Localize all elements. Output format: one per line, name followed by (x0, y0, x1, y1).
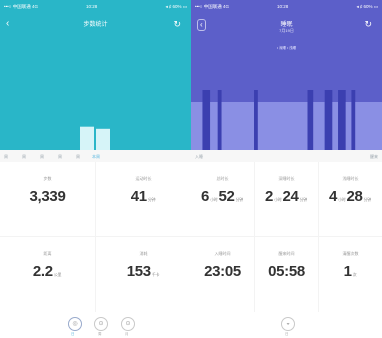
deep-sleep-segment (254, 90, 258, 150)
refresh-icon[interactable]: ↻ (173, 20, 181, 29)
stat-value: 23:05 (204, 263, 241, 280)
carrier-label: •••○ 中国联通 4G (4, 4, 38, 9)
stat-label: 清醒次数 (342, 251, 359, 256)
stat-card: 清醒次数 1次 (319, 237, 382, 312)
steps-chart (0, 44, 191, 150)
steps-stats: 步数 3,339 运动时长 41分钟 距离 2.2公里 消耗 153千卡 (0, 162, 191, 312)
light-sleep-segment (345, 102, 352, 150)
stat-card: 浅睡时长 4小时28分钟 (319, 162, 382, 236)
axis-label: 周 (76, 154, 80, 159)
status-bar: •••○ 中国联通 4G 10:28 ◂ ♯ 60% ▭ (0, 0, 191, 14)
bottom-tab-bar: ◎ 日 ⊙ 周 ⊙ 月 (0, 312, 191, 338)
deep-sleep-segment (324, 90, 333, 150)
light-sleep-segment (355, 102, 382, 150)
deep-sleep-segment (351, 90, 356, 150)
battery-label: ◂ ♯ 60% ▭ (356, 4, 378, 9)
page-title: 步数统计 (83, 22, 108, 28)
stat-value: 05:58 (268, 263, 305, 280)
deep-sleep-segment (307, 90, 314, 150)
stat-card: 距离 2.2公里 (0, 237, 95, 312)
axis-label-current: 本周 (92, 154, 100, 159)
deep-sleep-segment (338, 90, 346, 150)
stat-value: 2小时24分钟 (265, 188, 307, 205)
stat-value: 6小时52分钟 (201, 188, 243, 205)
stat-label: 总时长 (216, 176, 229, 181)
stat-label: 醒来时间 (278, 251, 295, 256)
carrier-label: •••○ 中国联通 4G (195, 4, 229, 9)
stat-card: 步数 3,339 (0, 162, 95, 236)
refresh-icon[interactable]: ↻ (364, 20, 372, 29)
stat-label: 深睡时长 (278, 176, 295, 181)
steps-axis: 周 周 周 周 周 本周 (0, 150, 191, 162)
stat-value: 2.2公里 (32, 263, 62, 280)
axis-label: 周 (40, 154, 44, 159)
light-sleep-segment (313, 102, 325, 150)
axis-end-label: 醒来 (370, 154, 378, 159)
day-icon[interactable]: ◎ (68, 317, 82, 331)
stat-card: 运动时长 41分钟 (96, 162, 191, 236)
axis-label: 周 (4, 154, 8, 159)
light-sleep-segment (210, 102, 218, 150)
stat-card: 总时长 6小时52分钟 (191, 162, 254, 236)
steps-bar (96, 128, 110, 150)
stat-value: 41分钟 (130, 188, 156, 205)
deep-sleep-segment (217, 90, 222, 150)
stat-label: 步数 (43, 176, 52, 181)
stat-value: 4小时28分钟 (329, 188, 371, 205)
axis-start-label: 入睡 (195, 154, 203, 159)
battery-label: ◂ ♯ 60% ▭ (165, 4, 187, 9)
stat-value: 3,339 (29, 188, 66, 205)
stat-card: 消耗 153千卡 (96, 237, 191, 312)
tab-week-label: 周 (98, 332, 102, 336)
month-icon[interactable]: ⊙ (121, 317, 135, 331)
stat-card: 入睡时间 23:05 (191, 237, 254, 312)
tab-day-label: 日 (71, 332, 75, 336)
light-sleep-segment (221, 102, 255, 150)
clock-label: 10:28 (86, 4, 98, 9)
tab-month-label: 月 (125, 332, 129, 336)
sleep-chart-svg (191, 90, 382, 150)
stat-card: 醒来时间 05:58 (255, 237, 318, 312)
stat-label: 入睡时间 (214, 251, 231, 256)
light-sleep-segment (332, 102, 339, 150)
status-bar: •••○ 中国联通 4G 10:28 ◂ ♯ 60% ▭ (191, 0, 382, 14)
light-sleep-segment (191, 102, 203, 150)
tab-day-label: 日 (285, 332, 289, 336)
axis-label: 周 (58, 154, 62, 159)
steps-chart-svg (80, 126, 110, 150)
week-icon[interactable]: ⊙ (94, 317, 108, 331)
sleep-axis: 入睡 醒来 (191, 150, 382, 162)
steps-screen: •••○ 中国联通 4G 10:28 ◂ ♯ 60% ▭ ‹ 步数统计 ↻ 周 … (0, 0, 191, 338)
deep-sleep-segment (202, 90, 211, 150)
stat-value: 1次 (343, 263, 357, 280)
page-subtitle: 7月19日 (279, 28, 294, 33)
nav-bar: ‹ 步数统计 ↻ (0, 14, 191, 44)
sleep-chart (191, 44, 382, 150)
steps-bar (80, 126, 94, 150)
sleep-stats: 总时长 6小时52分钟 深睡时长 2小时24分钟 浅睡时长 4小时28分钟 入睡… (191, 162, 382, 312)
nav-bar: ‹ 睡眠 7月19日 ↻ (191, 14, 382, 44)
stat-label: 运动时长 (135, 176, 152, 181)
stat-label: 距离 (43, 251, 52, 256)
stat-card: 深睡时长 2小时24分钟 (255, 162, 318, 236)
day-icon[interactable]: ◒ (281, 317, 295, 331)
stat-label: 消耗 (139, 251, 148, 256)
stat-value: 153千卡 (126, 263, 160, 280)
clock-label: 10:28 (277, 4, 289, 9)
bottom-tab-bar: ◒ 日 (191, 312, 382, 338)
sleep-screen: •••○ 中国联通 4G 10:28 ◂ ♯ 60% ▭ ‹ 睡眠 7月19日 … (191, 0, 382, 338)
page-title: 睡眠 (280, 22, 293, 28)
axis-label: 周 (22, 154, 26, 159)
stat-label: 浅睡时长 (342, 176, 359, 181)
light-sleep-segment (257, 102, 308, 150)
